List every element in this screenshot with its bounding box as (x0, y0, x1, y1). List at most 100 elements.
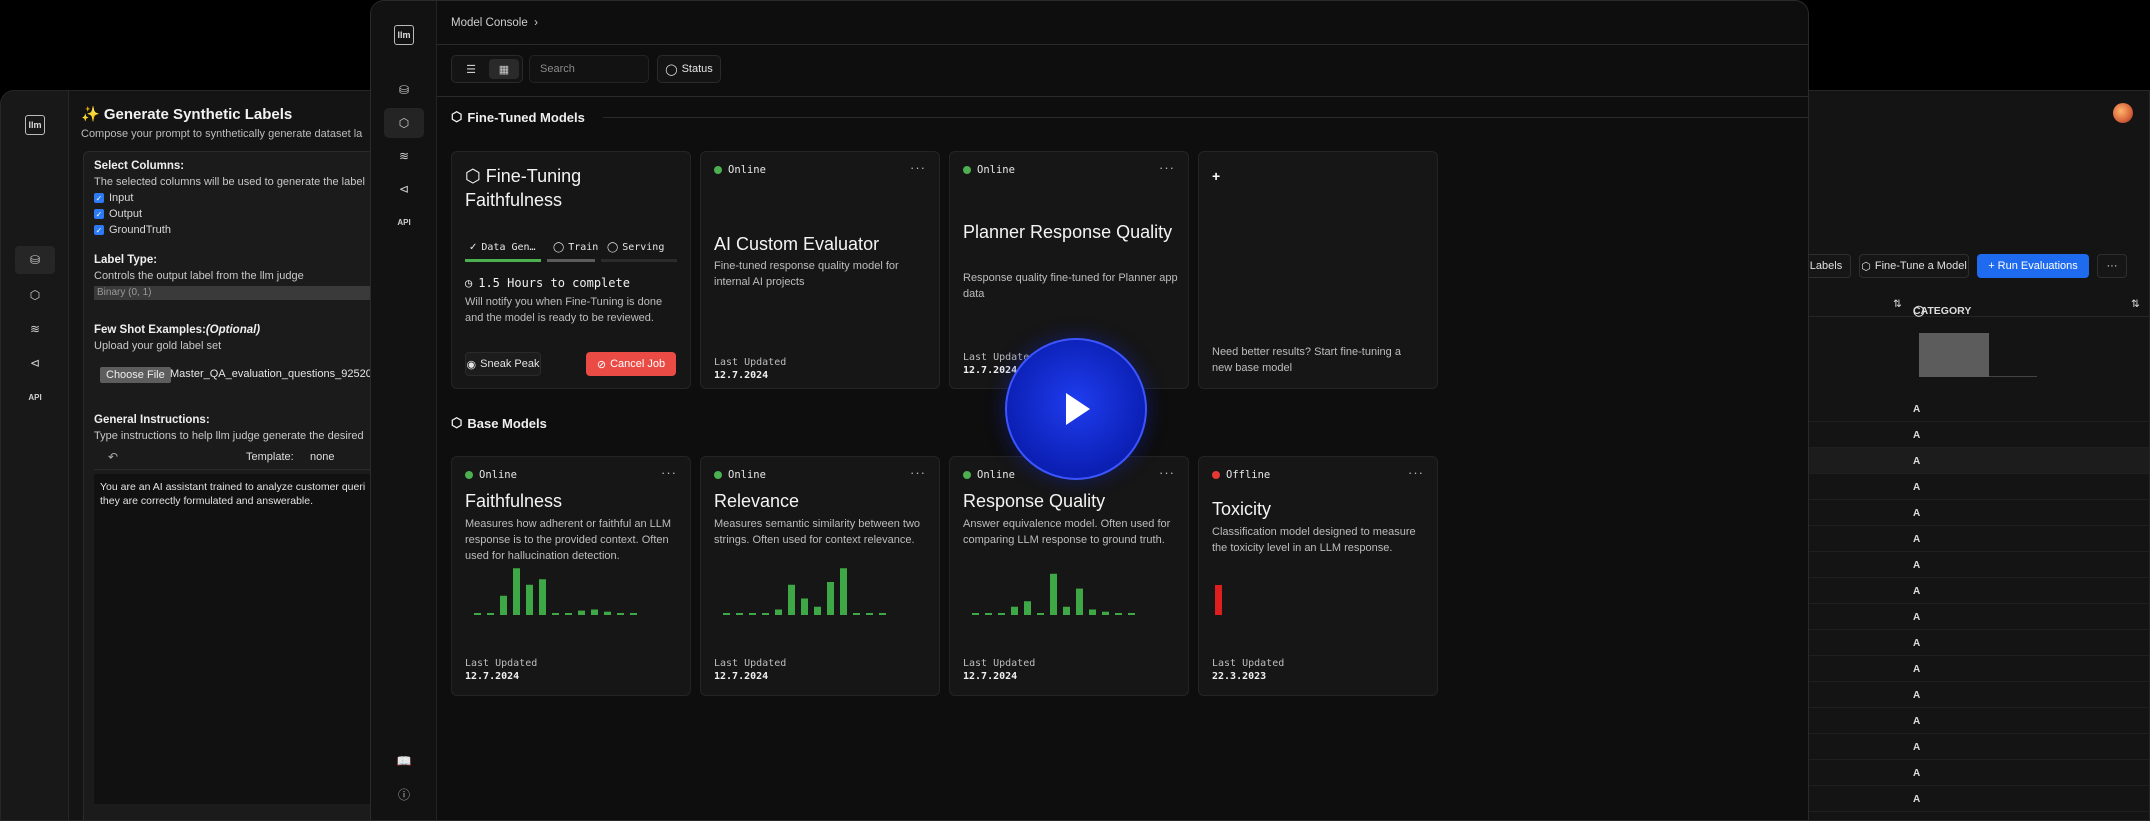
new-fine-tune-text: Need better results? Start fine-tuning a… (1212, 346, 1401, 374)
table-row[interactable]: A (1781, 630, 2149, 656)
table-row[interactable]: A (1781, 474, 2149, 500)
more-button[interactable]: ··· (2097, 254, 2127, 278)
section-divider (603, 117, 1808, 118)
api-icon[interactable]: API (15, 383, 55, 411)
cube-icon[interactable]: ⬡ (15, 281, 55, 309)
sort-icon[interactable]: ⇅ (1893, 298, 1902, 310)
database-icon[interactable]: ⛁ (384, 75, 424, 105)
table-row[interactable]: A (1781, 656, 2149, 682)
sneak-peak-button[interactable]: ◉ Sneak Peak (465, 352, 541, 376)
chart-bar (539, 579, 546, 615)
job-eta: ◷ 1.5 Hours to complete (465, 276, 630, 290)
sparkle-icon: ✨ (81, 106, 100, 123)
more-options-icon[interactable]: ··· (1159, 465, 1175, 480)
flow-icon[interactable]: ≋ (15, 315, 55, 343)
status-badge: Offline (1212, 469, 1270, 481)
chart-bar (788, 584, 795, 615)
table-row[interactable]: A (1781, 526, 2149, 552)
table-row[interactable]: A (1781, 734, 2149, 760)
table-row[interactable]: A (1781, 604, 2149, 630)
more-options-icon[interactable]: ··· (910, 465, 926, 480)
table-row[interactable]: A (1781, 422, 2149, 448)
model-card-relevance[interactable]: Online ··· Relevance Measures semantic s… (700, 456, 940, 696)
checkbox-input[interactable]: ✓ Input (94, 192, 133, 204)
status-badge: Online (963, 164, 1015, 176)
cancel-job-button[interactable]: ⊘ Cancel Job (586, 352, 676, 376)
category-cell: A (1913, 664, 1921, 675)
share-icon[interactable]: ⊲ (384, 174, 424, 204)
chart-bar (604, 611, 611, 615)
sort-icon[interactable]: ⇅ (2131, 298, 2140, 310)
chart-bar (1063, 606, 1070, 615)
check-icon: ✓ (94, 209, 104, 219)
model-description: Response quality fine-tuned for Planner … (963, 272, 1178, 300)
undo-icon[interactable]: ↶ (108, 450, 118, 464)
cube-icon[interactable]: ⬡ (384, 108, 424, 138)
table-row[interactable]: A (1781, 786, 2149, 812)
chart-bar (1115, 613, 1122, 615)
more-options-icon[interactable]: ··· (910, 160, 926, 175)
fine-tuned-section-title: ⬡ Fine-Tuned Models (451, 109, 585, 125)
category-cell: A (1913, 612, 1921, 623)
chart-bar (998, 613, 1005, 615)
choose-file-button[interactable]: Choose File (100, 367, 171, 383)
model-card-response-quality[interactable]: Online ··· Response Quality Answer equiv… (949, 456, 1189, 696)
list-view-icon[interactable]: ☰ (456, 59, 486, 79)
label-type-select[interactable]: Binary (0, 1) (94, 286, 379, 300)
table-row[interactable]: A (1781, 578, 2149, 604)
flow-icon[interactable]: ≋ (384, 141, 424, 171)
model-card-toxicity[interactable]: Offline ··· Toxicity Classification mode… (1198, 456, 1438, 696)
checkbox-groundtruth[interactable]: ✓ GroundTruth (94, 224, 171, 236)
last-updated-date: 12.7.2024 (963, 365, 1018, 376)
breadcrumb[interactable]: Model Console › (451, 17, 538, 29)
chart-bar (1089, 609, 1096, 615)
label-config-panel: Select Columns: The selected columns wil… (83, 151, 379, 820)
api-icon[interactable]: API (384, 207, 424, 237)
model-card-ai-custom-evaluator[interactable]: Online ··· AI Custom Evaluator Fine-tune… (700, 151, 940, 389)
step-progress-bar (547, 259, 595, 262)
template-select[interactable]: none (310, 451, 334, 463)
avatar[interactable] (2113, 103, 2133, 123)
more-options-icon[interactable]: ··· (661, 465, 677, 480)
prompt-textarea[interactable]: You are an AI assistant trained to analy… (94, 474, 379, 804)
docs-icon[interactable]: 📖 (384, 746, 424, 776)
table-row[interactable]: A (1781, 760, 2149, 786)
score-distribution-chart (474, 568, 637, 615)
plus-icon[interactable]: + (1212, 168, 1220, 184)
last-updated-date: 12.7.2024 (714, 370, 769, 381)
model-title: Relevance (714, 491, 800, 511)
score-distribution-chart (972, 573, 1135, 615)
checkbox-output[interactable]: ✓ Output (94, 208, 142, 220)
more-options-icon[interactable]: ··· (1408, 465, 1424, 480)
cube-icon: ⬡ (1861, 260, 1871, 273)
last-updated-label: Last Updated (963, 658, 1036, 669)
more-options-icon[interactable]: ··· (1159, 160, 1175, 175)
job-steps: ✓ Data Gen… ◯ Train ◯ Serving (465, 236, 677, 262)
search-input[interactable]: Search (529, 55, 649, 83)
category-cell: A (1913, 768, 1921, 779)
grid-view-icon[interactable]: ▦ (489, 59, 519, 79)
video-play-button[interactable] (1005, 338, 1147, 480)
model-card-faithfulness[interactable]: Online ··· Faithfulness Measures how adh… (451, 456, 691, 696)
run-evaluations-button[interactable]: + Run Evaluations (1977, 254, 2089, 278)
chart-bar (866, 613, 873, 615)
fine-tuning-job-card[interactable]: ⬡ Fine-Tuning Faithfulness ✓ Data Gen… ◯ T… (451, 151, 691, 389)
fine-tune-button[interactable]: ⬡ Fine-Tune a Model (1859, 254, 1969, 278)
check-icon: ✓ (94, 225, 104, 235)
table-row[interactable]: A (1781, 552, 2149, 578)
database-icon[interactable]: ⛁ (15, 246, 55, 274)
chart-bar (630, 613, 637, 615)
share-icon[interactable]: ⊲ (15, 349, 55, 377)
table-row[interactable]: A (1781, 682, 2149, 708)
table-row[interactable]: A (1781, 708, 2149, 734)
chevron-right-icon: › (530, 17, 538, 29)
table-row[interactable]: A (1781, 500, 2149, 526)
new-fine-tune-card[interactable]: + Need better results? Start fine-tuning… (1198, 151, 1438, 389)
help-icon[interactable]: ⓘ (384, 779, 424, 809)
table-row[interactable]: A (1781, 396, 2149, 422)
loading-icon: ◯ (607, 241, 619, 253)
evaluations-window: Labels ⬡ Fine-Tune a Model + Run Evaluati… (1780, 90, 2150, 821)
table-row[interactable]: A (1781, 448, 2149, 474)
category-cell: A (1913, 534, 1921, 545)
status-filter-button[interactable]: ◯ Status (657, 55, 721, 83)
